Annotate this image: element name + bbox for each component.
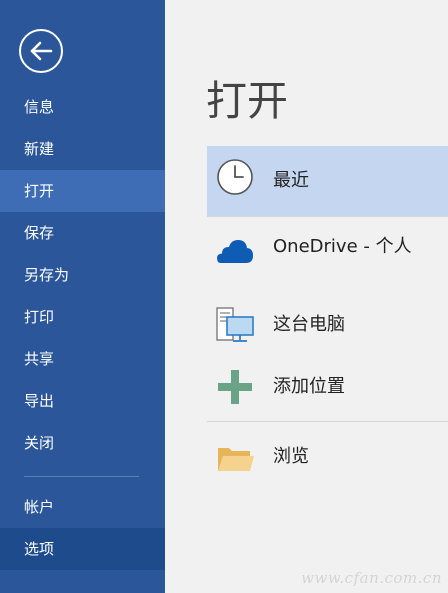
backstage-sidebar: 信息 新建 打开 保存 另存为 打印 共享 导出 关闭 帐户 选项 (0, 0, 165, 593)
sidebar-item-share[interactable]: 共享 (0, 338, 165, 380)
sidebar-item-options[interactable]: 选项 (0, 528, 165, 570)
back-arrow-icon (30, 41, 53, 61)
plus-icon (218, 370, 252, 404)
open-panel: 打开 最近 OneDrive - 个人 这台电脑 添加位置 浏览 (165, 0, 448, 593)
sidebar-item-new[interactable]: 新建 (0, 128, 165, 170)
location-label: 最近 (273, 170, 309, 191)
sidebar-item-account[interactable]: 帐户 (0, 486, 165, 528)
location-recent[interactable]: 最近 (207, 146, 448, 216)
clock-icon (217, 159, 253, 195)
computer-icon (216, 307, 254, 342)
sidebar-item-open[interactable]: 打开 (0, 170, 165, 212)
sidebar-item-info[interactable]: 信息 (0, 86, 165, 128)
location-onedrive[interactable]: OneDrive - 个人 (207, 212, 448, 282)
sidebar-item-print[interactable]: 打印 (0, 296, 165, 338)
location-label: 浏览 (273, 446, 309, 467)
folder-icon (218, 448, 254, 471)
onedrive-cloud-icon (217, 240, 253, 263)
sidebar-item-save[interactable]: 保存 (0, 212, 165, 254)
watermark: www.cfan.com.cn (301, 569, 442, 587)
location-label: OneDrive - 个人 (273, 236, 412, 257)
location-label: 添加位置 (273, 376, 345, 397)
sidebar-divider (24, 476, 139, 477)
page-title: 打开 (206, 77, 288, 125)
sidebar-item-export[interactable]: 导出 (0, 380, 165, 422)
location-browse[interactable]: 浏览 (207, 422, 448, 492)
sidebar-item-close[interactable]: 关闭 (0, 422, 165, 464)
sidebar-item-save-as[interactable]: 另存为 (0, 254, 165, 296)
location-this-pc[interactable]: 这台电脑 (207, 290, 448, 360)
location-label: 这台电脑 (273, 314, 345, 335)
location-add-place[interactable]: 添加位置 (207, 352, 448, 422)
back-button[interactable] (19, 29, 63, 73)
